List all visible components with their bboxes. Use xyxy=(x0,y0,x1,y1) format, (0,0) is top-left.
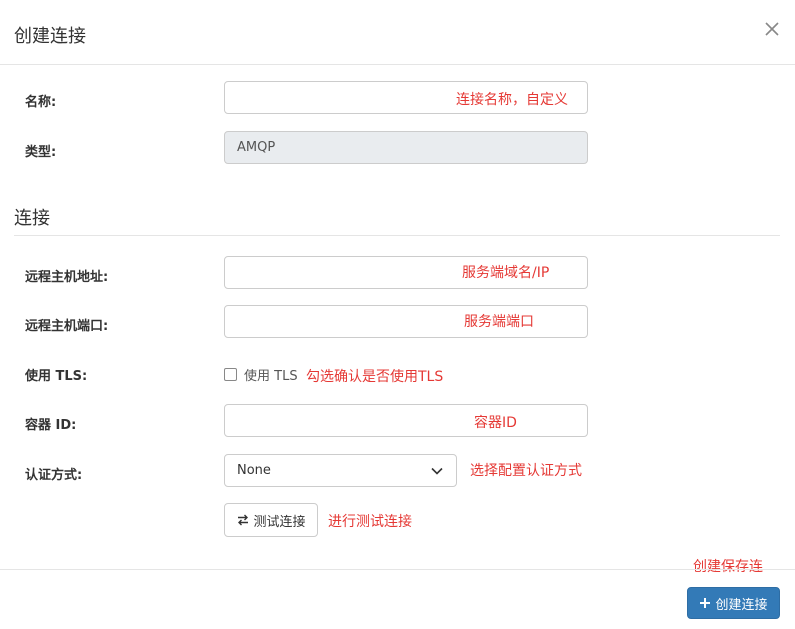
container-input[interactable] xyxy=(224,404,588,437)
tls-hint: 勾选确认是否使用TLS xyxy=(306,369,444,385)
tls-label: 使用 TLS: xyxy=(25,369,88,384)
tls-checkbox-label[interactable]: 使用 TLS xyxy=(244,365,298,384)
footer-divider xyxy=(0,569,795,570)
auth-hint: 选择配置认证方式 xyxy=(470,463,582,479)
port-label: 远程主机端口: xyxy=(25,319,109,334)
swap-arrows-icon xyxy=(238,514,249,526)
container-label: 容器 ID: xyxy=(25,418,77,433)
auth-select[interactable]: None xyxy=(224,454,457,487)
type-label: 类型: xyxy=(25,145,57,160)
tls-checkbox-group: 使用 TLS xyxy=(224,365,298,384)
connection-section-title: 连接 xyxy=(14,208,50,229)
create-connection-label: 创建连接 xyxy=(715,597,768,613)
tls-checkbox[interactable] xyxy=(224,368,237,381)
modal-title: 创建连接 xyxy=(14,26,86,47)
close-icon[interactable] xyxy=(761,18,783,40)
port-hint: 服务端端口 xyxy=(464,314,534,330)
name-label: 名称: xyxy=(25,95,57,110)
host-label: 远程主机地址: xyxy=(25,270,109,285)
section-divider xyxy=(14,235,780,236)
type-field: AMQP xyxy=(224,131,588,164)
auth-label: 认证方式: xyxy=(25,468,83,483)
host-hint: 服务端域名/IP xyxy=(462,265,550,281)
name-hint: 连接名称，自定义 xyxy=(456,92,568,108)
auth-select-value: None xyxy=(237,463,271,478)
modal-header: 创建连接 xyxy=(0,0,795,65)
container-hint: 容器ID xyxy=(474,415,517,431)
create-hint: 创建保存连 xyxy=(693,559,763,575)
create-connection-button[interactable]: 创建连接 xyxy=(687,587,780,619)
test-connection-label: 测试连接 xyxy=(253,514,306,530)
plus-icon xyxy=(700,598,711,608)
chevron-down-icon xyxy=(431,467,443,475)
test-connection-button[interactable]: 测试连接 xyxy=(224,503,318,537)
test-hint: 进行测试连接 xyxy=(328,514,412,530)
